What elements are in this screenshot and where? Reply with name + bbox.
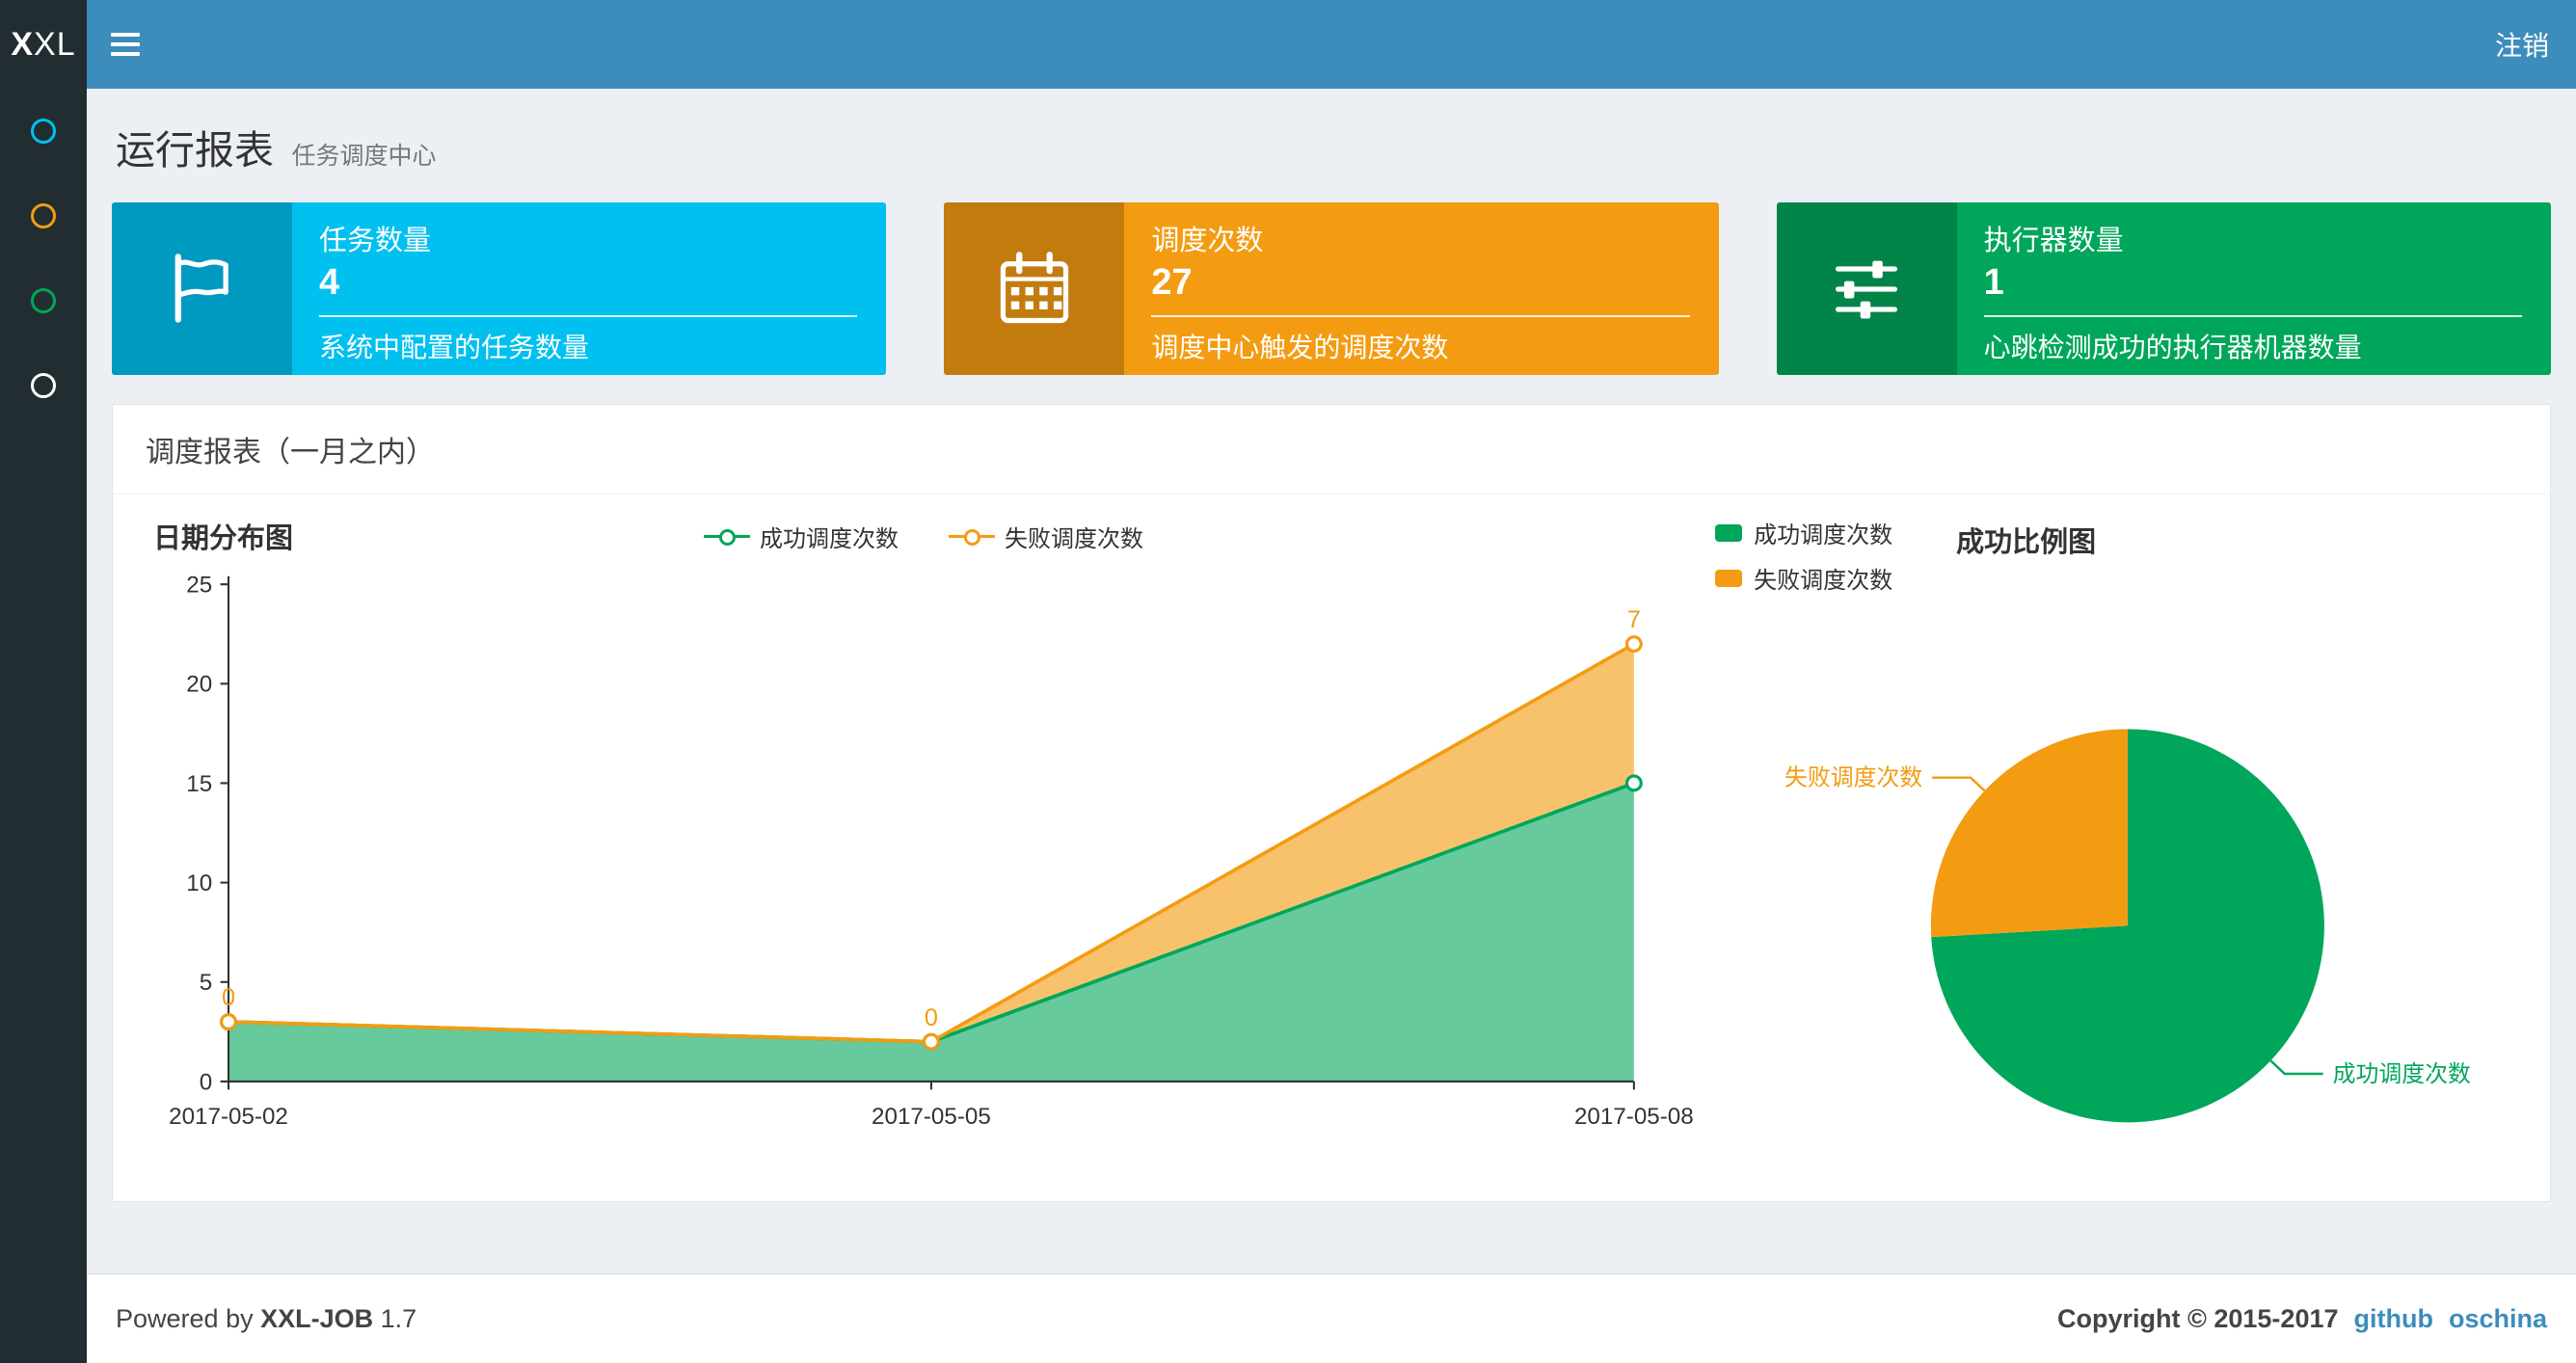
main-content: 运行报表 任务调度中心 任务数量 4 系统中配置的任务数量 调度次数 27 调度…	[87, 89, 2576, 1273]
info-box-divider	[1151, 315, 1690, 317]
line-marker-icon	[949, 526, 996, 548]
info-box-content: 调度次数 27 调度中心触发的调度次数	[1124, 202, 1718, 375]
svg-text:2017-05-08: 2017-05-08	[1574, 1104, 1694, 1130]
info-box-icon-area	[944, 202, 1125, 375]
info-box-icon-area	[112, 202, 292, 375]
svg-text:15: 15	[186, 771, 212, 797]
circle-o-icon	[31, 119, 56, 144]
distribution-chart: 05101520252017-05-02 2017-05-05 2017-05-08…	[169, 573, 1694, 1131]
powered-prefix: Powered by	[116, 1303, 254, 1333]
info-box-label: 任务数量	[319, 226, 432, 256]
svg-text:7: 7	[1627, 606, 1641, 633]
logo[interactable]: X XL	[0, 0, 87, 89]
circle-o-icon	[31, 373, 56, 398]
sliders-icon	[1836, 260, 1898, 318]
page-title: 运行报表	[116, 128, 274, 173]
svg-text:成功调度次数: 成功调度次数	[2333, 1061, 2471, 1087]
legend-label: 失败调度次数	[1005, 526, 1144, 552]
flag-icon	[174, 253, 228, 323]
sidebar-item-4[interactable]	[0, 343, 87, 428]
hamburger-bar	[111, 52, 140, 56]
hamburger-bar	[111, 33, 140, 37]
pie-legend-item-success[interactable]: 成功调度次数	[1715, 516, 1892, 549]
pie-legend-item-fail[interactable]: 失败调度次数	[1715, 561, 1892, 595]
svg-text:20: 20	[186, 672, 212, 698]
info-box-icon-area	[1776, 202, 1957, 375]
oschina-link[interactable]: oschina	[2449, 1304, 2547, 1334]
legend-item-fail[interactable]: 失败调度次数	[949, 520, 1143, 553]
sidebar-item-1[interactable]	[0, 89, 87, 174]
distribution-chart-section: 日期分布图 成功调度次数 失败调度次数 0 5 10 15 20 25 2017…	[132, 506, 1715, 1189]
info-box-executors: 执行器数量 1 心跳检测成功的执行器机器数量	[1776, 202, 2551, 375]
info-box-label: 执行器数量	[1983, 226, 2124, 256]
report-panel: 调度报表（一月之内） 日期分布图 成功调度次数 失败调度次数 0 5 10 15…	[112, 404, 2551, 1202]
info-box-value: 4	[319, 262, 340, 303]
legend-label: 失败调度次数	[1754, 568, 1893, 594]
legend-label: 成功调度次数	[760, 526, 899, 552]
github-link[interactable]: github	[2354, 1304, 2433, 1334]
legend-swatch-icon	[1715, 569, 1743, 587]
info-box-desc: 系统中配置的任务数量	[319, 333, 590, 362]
info-box-value: 27	[1151, 262, 1193, 303]
app: X XL 注销 运行报表 任务调度中心 任务数量 4 系统中配置的任务数量 调度…	[0, 0, 2576, 1363]
svg-text:10: 10	[186, 870, 212, 896]
legend-item-success[interactable]: 成功调度次数	[704, 520, 899, 553]
info-box-content: 执行器数量 1 心跳检测成功的执行器机器数量	[1957, 202, 2551, 375]
legend-label: 成功调度次数	[1754, 522, 1893, 548]
info-boxes: 任务数量 4 系统中配置的任务数量 调度次数 27 调度中心触发的调度次数 执行…	[112, 202, 2551, 375]
pie-legend: 成功调度次数 失败调度次数	[1715, 516, 1892, 595]
chart-legend: 成功调度次数 失败调度次数	[132, 506, 1715, 553]
info-box-jobs: 任务数量 4 系统中配置的任务数量	[112, 202, 887, 375]
distribution-chart-title: 日期分布图	[153, 523, 294, 554]
circle-o-icon	[31, 203, 56, 228]
logo-text-bold: X	[11, 25, 35, 63]
page-subtitle: 任务调度中心	[291, 143, 437, 170]
svg-text:失败调度次数: 失败调度次数	[1784, 765, 1922, 791]
powered-by: Powered by XXL-JOB 1.7	[116, 1304, 416, 1334]
svg-text:5: 5	[200, 970, 212, 996]
hamburger-icon[interactable]	[87, 0, 164, 89]
info-box-divider	[1983, 315, 2522, 317]
distribution-chart-header: 日期分布图 成功调度次数 失败调度次数	[132, 506, 1715, 562]
panel-title: 调度报表（一月之内）	[113, 405, 2550, 494]
product-name: XXL-JOB	[260, 1303, 374, 1333]
legend-swatch-icon	[1715, 523, 1743, 542]
sidebar-item-3[interactable]	[0, 258, 87, 343]
hamburger-bar	[111, 42, 140, 46]
calendar-icon	[1000, 251, 1069, 323]
pie-chart-title: 成功比例图	[1956, 527, 2097, 558]
svg-text:0: 0	[200, 1069, 212, 1095]
topbar: X XL 注销	[0, 0, 2576, 89]
info-box-label: 调度次数	[1151, 226, 1264, 256]
info-box-desc: 心跳检测成功的执行器机器数量	[1983, 333, 2362, 362]
svg-text:0: 0	[925, 1004, 938, 1031]
product-version: 1.7	[380, 1303, 417, 1333]
info-box-triggers: 调度次数 27 调度中心触发的调度次数	[944, 202, 1719, 375]
pie-chart-header: 成功调度次数 失败调度次数 成功比例图	[1715, 506, 2531, 595]
panel-body: 日期分布图 成功调度次数 失败调度次数 0 5 10 15 20 25 2017…	[113, 494, 2550, 1189]
svg-text:2017-05-05: 2017-05-05	[872, 1104, 991, 1130]
info-box-value: 1	[1983, 262, 2004, 303]
svg-text:25: 25	[186, 573, 212, 599]
info-box-desc: 调度中心触发的调度次数	[1151, 333, 1449, 362]
pie-chart-section: 成功调度次数 失败调度次数 成功比例图 成功调度次数 失败调度次数	[1715, 506, 2531, 1189]
svg-text:0: 0	[222, 984, 235, 1011]
footer: Powered by XXL-JOB 1.7 Copyright © 2015-…	[87, 1273, 2576, 1363]
svg-text:2017-05-02: 2017-05-02	[169, 1104, 288, 1130]
circle-o-icon	[31, 288, 56, 313]
footer-right: Copyright © 2015-2017 github oschina	[2057, 1304, 2547, 1334]
line-marker-icon	[704, 526, 751, 548]
sidebar	[0, 89, 87, 1363]
logout-button[interactable]: 注销	[2468, 0, 2576, 89]
content-header: 运行报表 任务调度中心	[87, 89, 2576, 181]
info-box-divider	[319, 315, 858, 317]
info-box-content: 任务数量 4 系统中配置的任务数量	[292, 202, 886, 375]
copyright: Copyright © 2015-2017	[2056, 1303, 2339, 1333]
sidebar-item-2[interactable]	[0, 174, 87, 258]
pie-chart: 成功调度次数 失败调度次数	[1784, 729, 2471, 1123]
logo-text: XL	[34, 25, 76, 63]
